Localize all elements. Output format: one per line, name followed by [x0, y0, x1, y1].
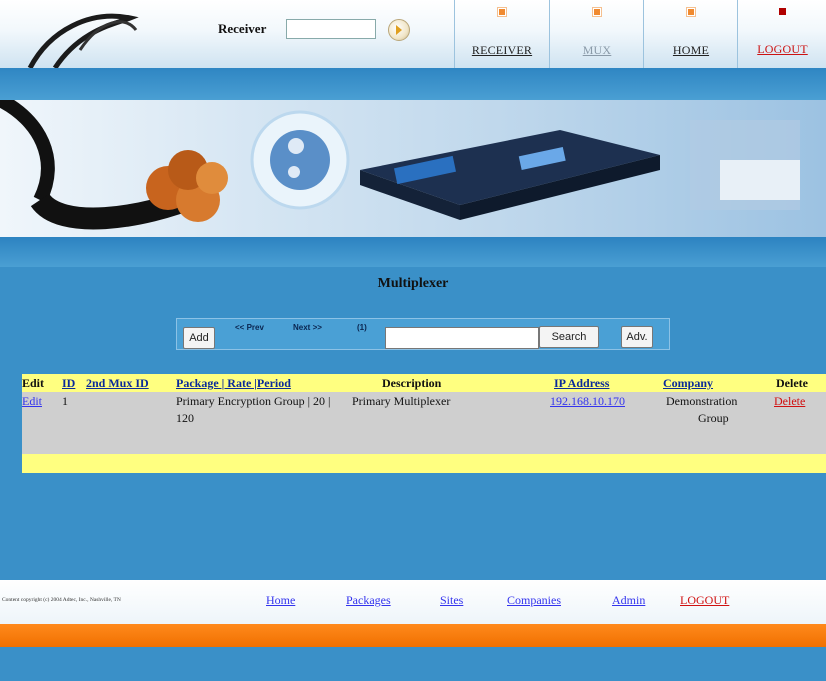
nav-logout[interactable]: LOGOUT [737, 0, 826, 68]
record-count: (1) [357, 323, 367, 332]
mux-toolbar: Add << Prev Next >> (1) Search Adv. [176, 318, 670, 350]
bottom-band [0, 647, 826, 681]
nav-logout-link[interactable]: LOGOUT [738, 42, 826, 57]
copyright-text: Content copyright (c) 2004 Adtec, Inc., … [2, 597, 121, 603]
delete-link[interactable]: Delete [774, 394, 805, 409]
col-id-header[interactable]: ID [62, 376, 75, 391]
nav-home-link[interactable]: HOME [644, 43, 738, 58]
row-package: Primary Encryption Group | 20 | [176, 394, 331, 408]
nav-marker-icon [498, 8, 506, 16]
footer: Content copyright (c) 2004 Adtec, Inc., … [0, 580, 826, 624]
footer-sites-link[interactable]: Sites [440, 593, 463, 608]
footer-logout-link[interactable]: LOGOUT [680, 593, 729, 608]
next-link[interactable]: Next >> [293, 323, 322, 332]
col-description-header: Description [382, 376, 442, 390]
footer-packages-link[interactable]: Packages [346, 593, 391, 608]
add-button[interactable]: Add [183, 327, 215, 349]
receiver-input[interactable] [286, 19, 376, 39]
row-package-cont: 120 [176, 411, 194, 425]
nav-receiver-link[interactable]: RECEIVER [455, 43, 549, 58]
prev-link[interactable]: << Prev [235, 323, 264, 332]
col-package-header[interactable]: Package | Rate |Period [176, 376, 291, 391]
orange-bar [0, 624, 826, 647]
nav-mux[interactable]: MUX [549, 0, 644, 68]
mux-table: Edit ID 2nd Mux ID Package | Rate |Perio… [22, 374, 826, 473]
close-icon [779, 8, 786, 15]
col-ip-header[interactable]: IP Address [554, 376, 609, 391]
search-button[interactable]: Search [539, 326, 599, 348]
ip-address-link[interactable]: 192.168.10.170 [550, 394, 625, 409]
banner-graphic [0, 100, 800, 230]
nav-mux-link[interactable]: MUX [550, 43, 644, 58]
footer-admin-link[interactable]: Admin [612, 593, 645, 608]
col-mux2-header[interactable]: 2nd Mux ID [86, 376, 149, 391]
nav-receiver[interactable]: RECEIVER [454, 0, 549, 68]
nav-marker-icon [593, 8, 601, 16]
row-description: Primary Multiplexer [352, 394, 451, 408]
table-footer-row [22, 454, 826, 473]
header-band [0, 68, 826, 100]
nav-home[interactable]: HOME [643, 0, 738, 68]
col-edit-header: Edit [22, 376, 45, 390]
advanced-search-button[interactable]: Adv. [621, 326, 653, 348]
banner-band [0, 237, 826, 267]
top-header: Receiver RECEIVER MUX HOME LOGOUT [0, 0, 826, 70]
row-id: 1 [62, 394, 68, 408]
receiver-label: Receiver [218, 21, 267, 36]
cable-logo-icon [27, 13, 139, 70]
footer-companies-link[interactable]: Companies [507, 593, 561, 608]
page-title: Multiplexer [377, 276, 449, 291]
banner-image [0, 100, 826, 237]
col-company-header[interactable]: Company [663, 376, 713, 391]
receiver-go-button[interactable] [388, 19, 410, 41]
row-company: Demonstration [666, 394, 738, 408]
col-delete-header: Delete [776, 376, 808, 390]
row-company-cont: Group [698, 411, 729, 425]
footer-home-link[interactable]: Home [266, 593, 295, 608]
edit-link[interactable]: Edit [22, 394, 42, 409]
nav-marker-icon [687, 8, 695, 16]
search-input[interactable] [385, 327, 539, 349]
